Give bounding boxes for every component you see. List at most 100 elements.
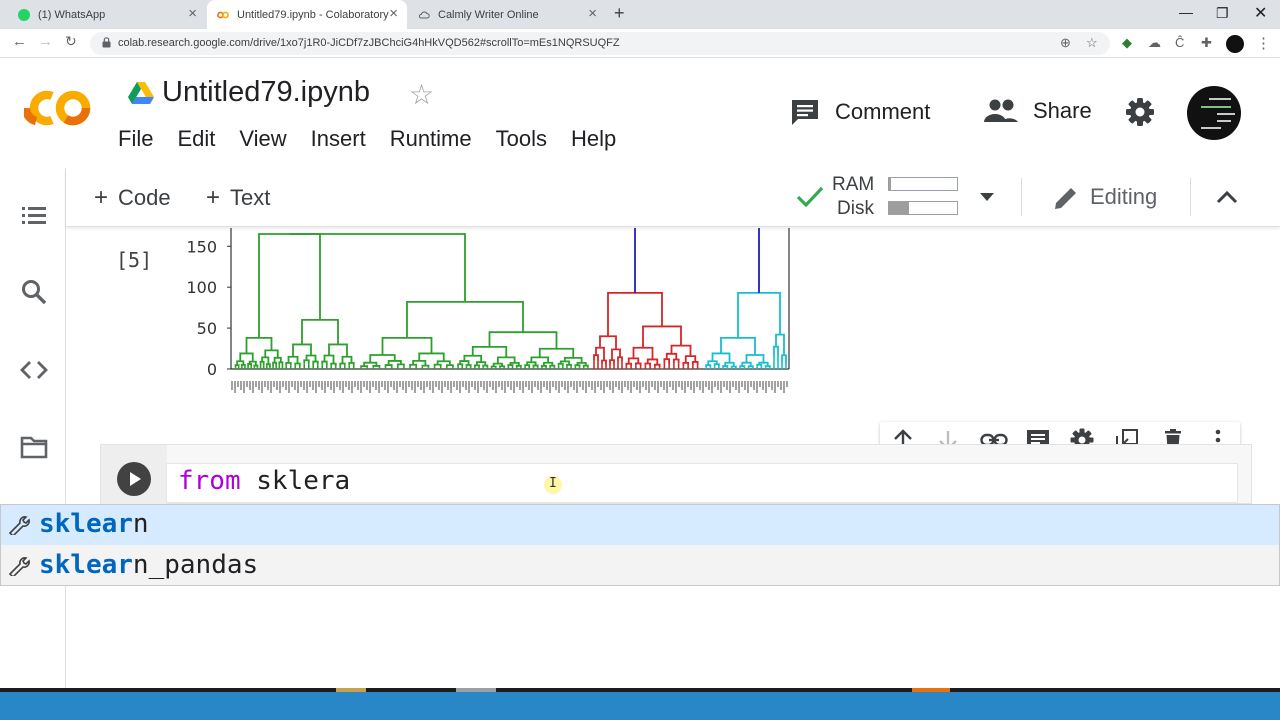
minimize-icon[interactable]: —	[1179, 4, 1193, 20]
ram-meter[interactable]	[888, 177, 958, 191]
extension-shield-icon[interactable]: ◆	[1122, 35, 1132, 51]
code-line[interactable]: from sklera	[178, 466, 350, 496]
leaf-label-mark	[243, 381, 245, 393]
leaf-label-mark	[594, 381, 596, 393]
chevron-up-icon[interactable]	[1216, 190, 1238, 204]
autocomplete-item[interactable]: sklearn	[1, 505, 1279, 545]
leaf-label-mark	[279, 381, 281, 393]
plus-icon: +	[206, 184, 221, 211]
leaf-label-mark	[606, 381, 608, 387]
menu-tools[interactable]: Tools	[496, 126, 559, 152]
leaf-label-mark	[408, 381, 410, 387]
leaf-label-mark	[450, 381, 452, 393]
disk-meter[interactable]	[888, 201, 958, 215]
leaf-label-mark	[648, 381, 650, 393]
leaf-label-mark	[363, 381, 365, 387]
menu-edit[interactable]: Edit	[177, 126, 227, 152]
leaf-label-mark	[396, 381, 398, 393]
dendrogram-link	[532, 364, 539, 368]
taskbar-app-indicator[interactable]	[336, 688, 366, 692]
extension-cloud-icon[interactable]: ☁	[1148, 35, 1161, 51]
autocomplete-match: sklear	[39, 550, 133, 580]
dendrogram-link	[549, 364, 556, 368]
leaf-label-mark	[378, 381, 380, 393]
leaf-label-mark	[486, 381, 488, 393]
dendrogram-link	[381, 337, 433, 356]
table-of-contents-icon[interactable]	[20, 202, 48, 230]
leaf-label-mark	[762, 381, 764, 390]
code-snippets-icon[interactable]	[20, 356, 48, 384]
leaf-label-mark	[468, 381, 470, 393]
menu-runtime[interactable]: Runtime	[390, 126, 484, 152]
colab-logo[interactable]	[24, 86, 94, 130]
leaf-label-mark	[360, 381, 362, 393]
tab-colab[interactable]: Untitled79.ipynb - Colaboratory ×	[207, 0, 407, 29]
settings-gear-icon[interactable]	[1125, 97, 1155, 127]
tab-title: Calmly Writer Online	[438, 8, 539, 21]
maximize-icon[interactable]: ❐	[1216, 5, 1229, 22]
share-button[interactable]: Share	[984, 98, 1092, 124]
tab-close-icon[interactable]: ×	[389, 6, 398, 21]
leaf-label-mark	[618, 381, 620, 390]
google-drive-icon[interactable]	[128, 82, 154, 104]
star-icon[interactable]: ☆	[409, 78, 434, 111]
taskbar-app-indicator[interactable]	[912, 688, 950, 692]
leaf-label-mark	[777, 381, 779, 387]
editing-mode-label[interactable]: Editing	[1090, 184, 1157, 210]
leaf-label-mark	[555, 381, 557, 390]
leaf-label-mark	[345, 381, 347, 387]
dendrogram-link	[672, 358, 680, 364]
wrench-icon	[8, 516, 30, 535]
dendrogram-link	[421, 364, 430, 368]
notebook-title[interactable]: Untitled79.ipynb	[162, 76, 370, 109]
dendrogram-link	[433, 363, 442, 367]
browser-menu-icon[interactable]: ⋮	[1256, 34, 1271, 52]
autocomplete-item[interactable]: sklearn_pandas	[1, 546, 1279, 586]
new-tab-button[interactable]: +	[614, 3, 625, 24]
add-code-cell-button[interactable]: + Code	[94, 184, 171, 212]
tab-close-icon[interactable]: ×	[588, 6, 597, 21]
back-arrow-icon[interactable]: ←	[12, 33, 27, 50]
leaf-label-mark	[747, 381, 749, 393]
close-icon[interactable]: ✕	[1254, 3, 1267, 23]
connected-check-icon[interactable]	[796, 185, 824, 209]
leaf-label-mark	[348, 381, 350, 390]
leaf-label-mark	[525, 381, 527, 387]
leaf-label-mark	[330, 381, 332, 390]
reload-icon[interactable]: ↻	[65, 33, 77, 50]
taskbar-app-indicator[interactable]	[456, 688, 496, 692]
leaf-label-mark	[291, 381, 293, 387]
bookmark-star-icon[interactable]: ☆	[1086, 35, 1098, 51]
extensions-puzzle-icon[interactable]: ✚	[1201, 35, 1212, 51]
menu-view[interactable]: View	[239, 126, 298, 152]
comment-button[interactable]: Comment	[790, 98, 930, 126]
extension-c-icon[interactable]: Ĉ	[1175, 35, 1184, 50]
tab-whatsapp[interactable]: (1) WhatsApp ×	[8, 0, 206, 29]
search-icon[interactable]	[20, 278, 48, 306]
folder-icon[interactable]	[20, 433, 48, 461]
dendrogram-link	[253, 364, 259, 368]
forward-arrow-icon[interactable]: →	[38, 33, 53, 50]
leaf-label-mark	[636, 381, 638, 390]
leaf-label-mark	[717, 381, 719, 390]
run-cell-button[interactable]	[117, 462, 151, 496]
zoom-icon[interactable]: ⊕	[1060, 35, 1071, 51]
tab-calmly-writer[interactable]: Calmly Writer Online ×	[408, 0, 606, 29]
tab-close-icon[interactable]: ×	[188, 6, 197, 21]
leaf-label-mark	[771, 381, 773, 390]
leaf-label-mark	[336, 381, 338, 387]
menu-help[interactable]: Help	[571, 126, 628, 152]
account-avatar[interactable]	[1187, 86, 1241, 140]
leaf-label-mark	[369, 381, 371, 393]
share-label: Share	[1033, 98, 1092, 123]
leaf-label-mark	[432, 381, 434, 393]
menu-file[interactable]: File	[118, 126, 165, 152]
add-text-cell-button[interactable]: + Text	[206, 184, 270, 212]
menu-insert[interactable]: Insert	[311, 126, 378, 152]
resources-dropdown-icon[interactable]	[980, 193, 994, 202]
omnibox[interactable]: colab.research.google.com/drive/1xo7j1R0…	[90, 32, 1110, 55]
dendrogram-link	[258, 233, 321, 338]
left-sidebar	[0, 168, 66, 688]
leaf-label-mark	[255, 381, 257, 387]
profile-icon[interactable]	[1226, 35, 1244, 53]
